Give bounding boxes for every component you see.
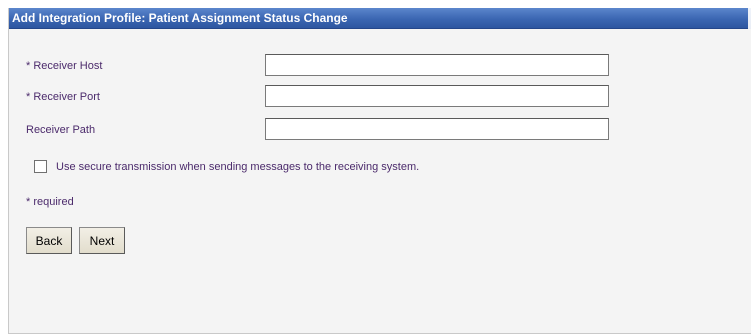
secure-transmission-label[interactable]: Use secure transmission when sending mes… [56, 161, 419, 173]
receiver-host-input[interactable] [265, 54, 609, 76]
form-panel: Add Integration Profile: Patient Assignm… [8, 8, 751, 334]
secure-transmission-row: Use secure transmission when sending mes… [34, 160, 419, 173]
receiver-path-input[interactable] [265, 118, 609, 140]
title-bar: Add Integration Profile: Patient Assignm… [9, 8, 751, 29]
required-note: * required [26, 196, 74, 208]
receiver-host-label: * Receiver Host [26, 60, 103, 72]
receiver-port-label: * Receiver Port [26, 91, 100, 103]
next-button[interactable]: Next [79, 227, 125, 254]
page-title: Add Integration Profile: Patient Assignm… [12, 11, 348, 25]
receiver-port-input[interactable] [265, 85, 609, 107]
back-button[interactable]: Back [26, 227, 72, 254]
secure-transmission-checkbox[interactable] [34, 160, 47, 173]
receiver-path-label: Receiver Path [26, 124, 96, 136]
